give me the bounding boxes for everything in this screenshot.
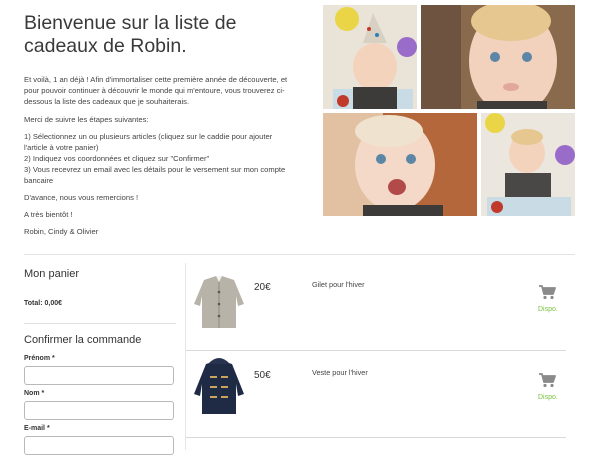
firstname-field[interactable] <box>24 366 174 385</box>
product-name: Veste pour l'hiver <box>312 368 368 377</box>
confirm-form: Confirmer la commande Prénom * Nom * E-m… <box>24 334 176 460</box>
product-image-cardigan <box>186 266 252 342</box>
baby-party-hat-photo <box>323 5 417 109</box>
product-price: 20€ <box>254 282 271 293</box>
firstname-label: Prénom * <box>24 355 55 362</box>
lastname-label: Nom * <box>24 390 45 397</box>
cart-heading: Mon panier <box>24 268 80 280</box>
cart-panel: Mon panier Total: 0,00€ <box>24 268 176 307</box>
step-3: 3) Vous recevrez un email avec les détai… <box>24 165 286 185</box>
availability-badge: Dispo. <box>538 394 558 401</box>
steps-intro: Merci de suivre les étapes suivantes: <box>24 115 149 124</box>
product-price: 50€ <box>254 370 271 381</box>
email-field[interactable] <box>24 436 174 455</box>
product-item: 20€ Gilet pour l'hiver Dispo. <box>186 264 566 350</box>
lastname-field[interactable] <box>24 401 174 420</box>
cart-total: Total: 0,00€ <box>24 300 62 307</box>
baby-closeup-photo <box>421 5 575 109</box>
baby-laughing-photo <box>323 113 477 216</box>
signature: Robin, Cindy & Olivier <box>24 227 99 236</box>
product-divider <box>186 437 566 438</box>
cart-divider <box>24 323 176 324</box>
page-title: Bienvenue sur la liste de cadeaux de Rob… <box>24 12 237 57</box>
product-name: Gilet pour l'hiver <box>312 280 365 289</box>
baby-highchair-photo <box>481 113 575 216</box>
thanks-text: D'avance, nous vous remercions ! <box>24 193 139 202</box>
product-divider <box>186 350 566 351</box>
step-1: 1) Sélectionnez un ou plusieurs articles… <box>24 132 273 152</box>
intro-section: Bienvenue sur la liste de cadeaux de Rob… <box>24 12 292 243</box>
availability-badge: Dispo. <box>538 306 558 313</box>
add-to-cart-icon[interactable] <box>538 284 556 300</box>
email-label: E-mail * <box>24 425 50 432</box>
intro-paragraph: Et voilà, 1 an déjà ! Afin d'immortalise… <box>24 75 288 106</box>
product-image-duffle-coat <box>186 354 252 430</box>
product-item: 50€ Veste pour l'hiver Dispo. <box>186 352 566 438</box>
confirm-heading: Confirmer la commande <box>24 334 142 346</box>
add-to-cart-icon[interactable] <box>538 372 556 388</box>
step-2: 2) Indiquez vos coordonnées et cliquez s… <box>24 154 210 163</box>
goodbye-text: A très bientôt ! <box>24 210 73 219</box>
section-divider <box>24 254 575 255</box>
